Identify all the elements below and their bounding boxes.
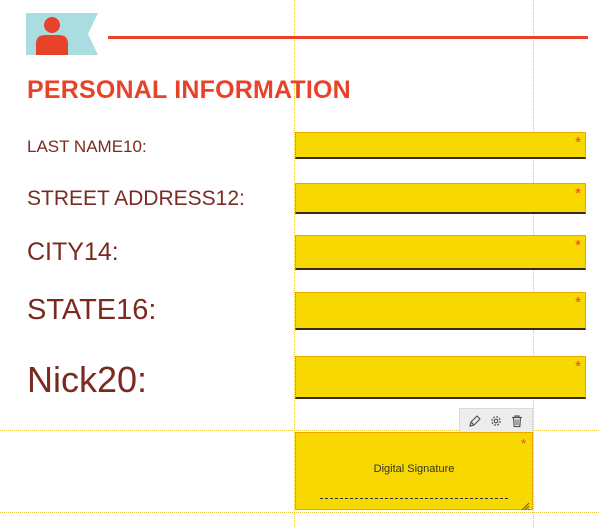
last-name-label: LAST NAME10: <box>27 137 147 156</box>
required-asterisk-icon: * <box>575 358 581 375</box>
pen-icon[interactable] <box>467 413 483 429</box>
nick-label: Nick20: <box>27 359 148 400</box>
person-ribbon-icon <box>26 11 98 57</box>
signature-toolbar <box>459 408 533 433</box>
street-address-field[interactable]: * <box>295 183 586 214</box>
digital-signature-field[interactable]: * Digital Signature <box>295 432 533 511</box>
layout-guide-horizontal <box>0 512 599 513</box>
last-name-field[interactable]: * <box>295 132 586 159</box>
resize-handle-icon[interactable] <box>521 498 530 511</box>
required-asterisk-icon: * <box>575 294 581 311</box>
required-asterisk-icon: * <box>575 134 581 151</box>
required-asterisk-icon: * <box>575 185 581 202</box>
gear-icon[interactable] <box>488 413 504 429</box>
section-title: PERSONAL INFORMATION <box>27 76 351 104</box>
required-asterisk-icon: * <box>575 237 581 254</box>
nick-field[interactable]: * <box>295 356 586 399</box>
state-label: STATE16: <box>27 294 157 326</box>
header-divider <box>108 36 588 39</box>
signature-line <box>320 498 508 499</box>
trash-icon[interactable] <box>509 413 525 429</box>
digital-signature-label: Digital Signature <box>373 463 455 475</box>
required-asterisk-icon: * <box>520 436 526 451</box>
city-label: CITY14: <box>27 238 119 266</box>
state-field[interactable]: * <box>295 292 586 330</box>
street-address-label: STREET ADDRESS12: <box>27 187 245 210</box>
city-field[interactable]: * <box>295 235 586 270</box>
